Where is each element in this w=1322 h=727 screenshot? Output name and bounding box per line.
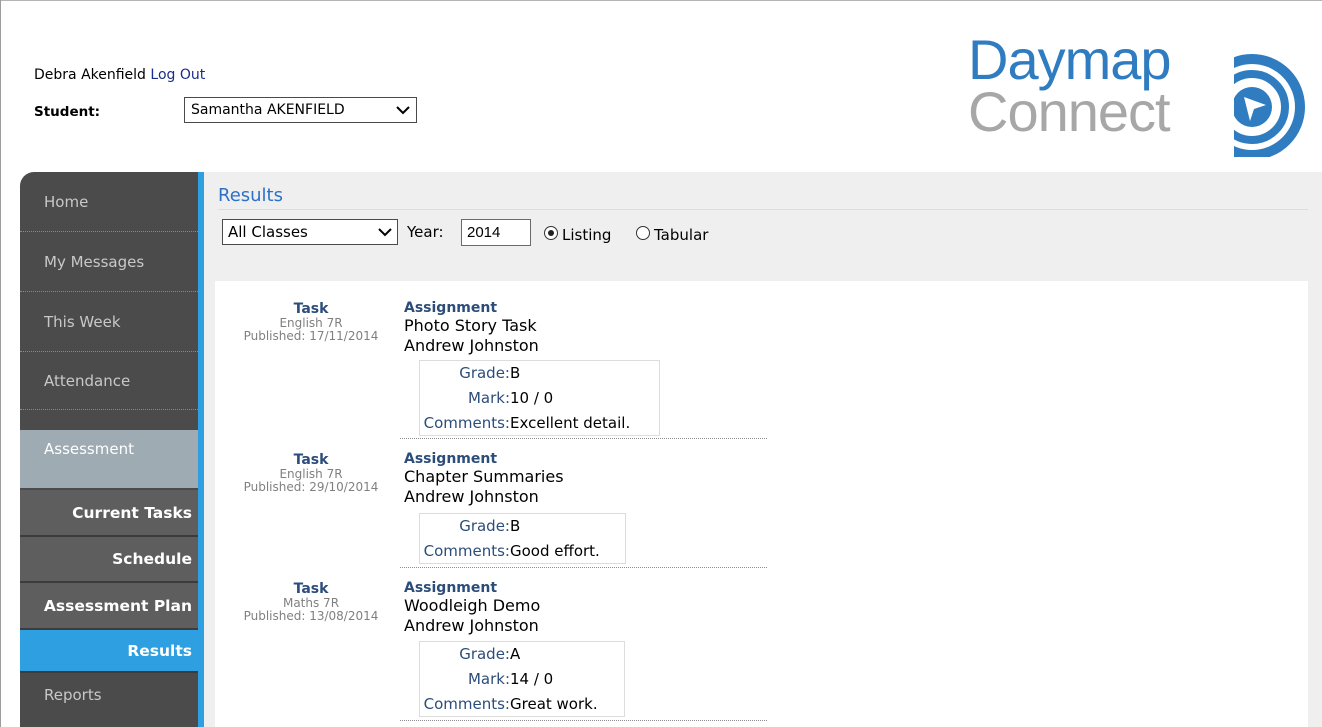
assignment-type: Assignment (404, 580, 498, 596)
task-published: Published: 29/10/2014 (243, 480, 379, 494)
task-label: Task (293, 301, 329, 317)
sidebar-item-label: This Week (44, 312, 121, 331)
result-task-info: Task English 7R Published: 17/11/2014 (221, 301, 401, 343)
student-label: Student: (34, 104, 101, 120)
mark-value: 14 / 0 (510, 670, 554, 688)
year-input[interactable] (461, 219, 531, 246)
sidebar-item-assessment[interactable]: Assessment (20, 430, 198, 488)
assignment-name[interactable]: Photo Story Task (404, 316, 539, 336)
logout-link[interactable]: Log Out (150, 67, 205, 83)
sidebar-subitem-label: Schedule (112, 550, 192, 568)
tabular-radio[interactable] (636, 226, 650, 240)
page-title: Results (218, 185, 283, 206)
logo-signal-icon (1176, 35, 1305, 157)
result-divider (400, 720, 767, 721)
class-filter-value: All Classes (228, 223, 308, 241)
mark-key: Mark: (467, 389, 510, 407)
sidebar-item-label: Reports (44, 686, 102, 704)
sidebar-item-label: Assessment (44, 440, 134, 458)
grade-value: B (510, 364, 521, 382)
comments-row: Comments:Good effort. (419, 542, 600, 560)
sidebar-subitem-current-tasks[interactable]: Current Tasks (20, 490, 198, 537)
comments-value: Great work. (510, 695, 598, 713)
result-divider (400, 567, 767, 568)
comments-value: Good effort. (510, 542, 600, 560)
mark-row: Mark:10 / 0 (419, 389, 553, 407)
user-line: Debra Akenfield Log Out (34, 67, 205, 83)
grade-value: A (510, 645, 521, 663)
comments-row: Comments:Excellent detail. (419, 414, 631, 432)
results-panel (215, 281, 1308, 727)
title-divider (218, 209, 1308, 210)
grade-row: Grade:B (419, 517, 520, 535)
comments-key: Comments: (423, 695, 510, 713)
mark-value: 10 / 0 (510, 389, 554, 407)
assignment-teacher: Andrew Johnston (404, 616, 539, 635)
grade-key: Grade: (459, 364, 510, 382)
sidebar-subitem-assessment-plan[interactable]: Assessment Plan (20, 583, 198, 630)
top-border (0, 0, 1322, 1)
comments-key: Comments: (423, 542, 510, 560)
student-select[interactable]: Samantha AKENFIELD (184, 97, 417, 123)
grade-value: B (510, 517, 521, 535)
task-published: Published: 13/08/2014 (243, 609, 379, 623)
tabular-label: Tabular (654, 226, 709, 244)
assignment-name[interactable]: Woodleigh Demo (404, 596, 540, 616)
listing-label: Listing (562, 226, 612, 244)
sidebar-subitem-results[interactable]: Results (20, 630, 198, 673)
sidebar-item-label: Home (44, 192, 89, 211)
daymap-connect-logo: Daymap Connect (938, 27, 1318, 167)
comments-key: Comments: (423, 414, 510, 432)
assignment-type: Assignment (404, 300, 498, 316)
grade-row: Grade:A (419, 645, 520, 663)
result-task-info: Task English 7R Published: 29/10/2014 (221, 452, 401, 494)
assignment-teacher: Andrew Johnston (404, 336, 539, 355)
chevron-down-icon (378, 228, 392, 237)
assignment-type: Assignment (404, 451, 498, 467)
comments-row: Comments:Great work. (419, 695, 598, 713)
chevron-down-icon (396, 106, 410, 115)
comments-value: Excellent detail. (510, 414, 631, 432)
mark-key: Mark: (467, 670, 510, 688)
listing-radio[interactable] (544, 226, 558, 240)
task-published: Published: 17/11/2014 (243, 329, 379, 343)
logo-connect-text: Connect (968, 80, 1171, 143)
result-assignment-info: Assignment Chapter Summaries Andrew John… (404, 452, 564, 507)
grade-key: Grade: (459, 517, 510, 535)
task-label: Task (293, 581, 329, 597)
class-filter-select[interactable]: All Classes (222, 219, 398, 245)
result-task-info: Task Maths 7R Published: 13/08/2014 (221, 581, 401, 623)
result-assignment-info: Assignment Photo Story Task Andrew Johns… (404, 301, 539, 356)
left-border (0, 0, 1, 727)
sidebar-item-label: My Messages (44, 252, 145, 271)
sidebar-item-reports[interactable]: Reports (20, 673, 198, 717)
assignment-name[interactable]: Chapter Summaries (404, 467, 564, 487)
sidebar-item-attendance[interactable]: Attendance (20, 352, 198, 410)
year-label: Year: (407, 223, 444, 241)
sidebar-item-my-messages[interactable]: My Messages (20, 232, 198, 292)
sidebar-subitem-label: Current Tasks (72, 503, 192, 522)
sidebar-subitem-label: Results (127, 641, 192, 660)
user-name: Debra Akenfield (34, 67, 146, 83)
mark-row: Mark:14 / 0 (419, 670, 553, 688)
sidebar-subitem-schedule[interactable]: Schedule (20, 537, 198, 583)
sidebar-item-this-week[interactable]: This Week (20, 292, 198, 352)
assignment-teacher: Andrew Johnston (404, 487, 539, 506)
grade-key: Grade: (459, 645, 510, 663)
grade-row: Grade:B (419, 364, 520, 382)
student-selected-value: Samantha AKENFIELD (191, 102, 345, 118)
sidebar-item-home[interactable]: Home (20, 172, 198, 232)
sidebar-item-label: Attendance (44, 371, 131, 390)
result-divider (400, 438, 767, 439)
result-assignment-info: Assignment Woodleigh Demo Andrew Johnsto… (404, 581, 540, 636)
sidebar-nav: Home My Messages This Week Attendance As… (20, 172, 198, 727)
sidebar-subitem-label: Assessment Plan (43, 596, 192, 615)
task-label: Task (293, 452, 329, 468)
